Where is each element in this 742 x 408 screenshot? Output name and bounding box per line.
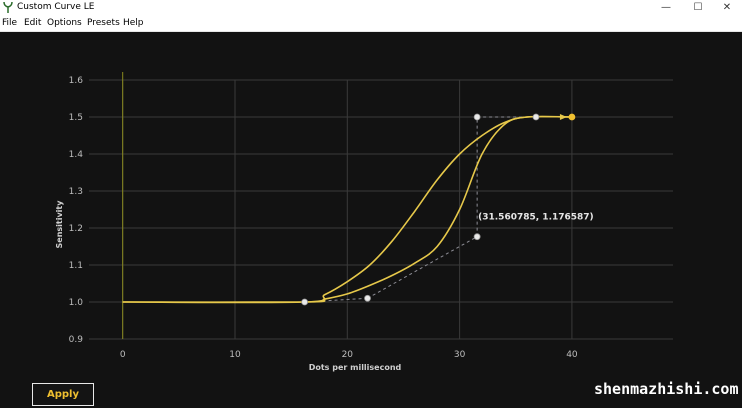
x-axis-label: Dots per millisecond xyxy=(309,363,402,372)
grid-lines xyxy=(89,72,673,340)
control-link xyxy=(367,236,478,299)
x-tick-labels: 0 10 20 30 40 xyxy=(120,350,578,360)
y-tick-label: 1.0 xyxy=(69,298,84,308)
x-tick-label: 40 xyxy=(566,350,578,360)
minimize-button[interactable]: — xyxy=(651,0,681,16)
control-point[interactable] xyxy=(473,113,481,121)
control-links xyxy=(304,116,536,303)
menu-help[interactable]: Help xyxy=(123,17,144,30)
x-tick-label: 30 xyxy=(454,350,466,360)
curve-arrow xyxy=(559,114,567,120)
y-tick-label: 0.9 xyxy=(69,335,84,345)
control-point[interactable] xyxy=(301,298,309,306)
control-point[interactable] xyxy=(568,113,576,121)
app-icon xyxy=(3,1,13,13)
watermark: shenmazhishi.com xyxy=(594,380,739,398)
menu-edit[interactable]: Edit xyxy=(24,17,41,30)
x-tick-label: 10 xyxy=(229,350,241,360)
y-axis-label: Sensitivity xyxy=(55,200,64,249)
control-point[interactable] xyxy=(364,294,371,302)
y-tick-label: 1.6 xyxy=(69,76,84,86)
x-tick-label: 0 xyxy=(120,350,126,360)
y-tick-label: 1.4 xyxy=(69,150,84,160)
y-tick-label: 1.3 xyxy=(69,187,83,197)
menu-file[interactable]: File xyxy=(2,17,17,30)
title-bar: Custom Curve LE — ☐ ✕ xyxy=(0,0,742,16)
control-point[interactable] xyxy=(532,113,540,121)
point-coordinate-readout: (31.560785, 1.176587) xyxy=(478,213,594,223)
apply-button[interactable]: Apply xyxy=(32,383,94,406)
x-tick-label: 20 xyxy=(342,350,354,360)
y-tick-labels: 0.9 1.0 1.1 1.2 1.3 1.4 1.5 1.6 xyxy=(69,76,84,345)
window-title: Custom Curve LE xyxy=(17,2,95,12)
y-tick-label: 1.2 xyxy=(69,224,83,234)
control-point[interactable] xyxy=(473,233,481,241)
y-tick-label: 1.1 xyxy=(69,261,83,271)
menu-options[interactable]: Options xyxy=(47,17,82,30)
maximize-button[interactable]: ☐ xyxy=(683,0,713,16)
y-tick-label: 1.5 xyxy=(69,113,83,123)
curve-plot[interactable]: 0.9 1.0 1.1 1.2 1.3 1.4 1.5 1.6 0 10 20 30 40 Dots … xyxy=(0,32,742,408)
control-points[interactable] xyxy=(301,113,576,306)
menu-bar: File Edit Options Presets Help xyxy=(0,16,742,32)
close-button[interactable]: ✕ xyxy=(712,0,742,16)
menu-presets[interactable]: Presets xyxy=(87,17,120,30)
